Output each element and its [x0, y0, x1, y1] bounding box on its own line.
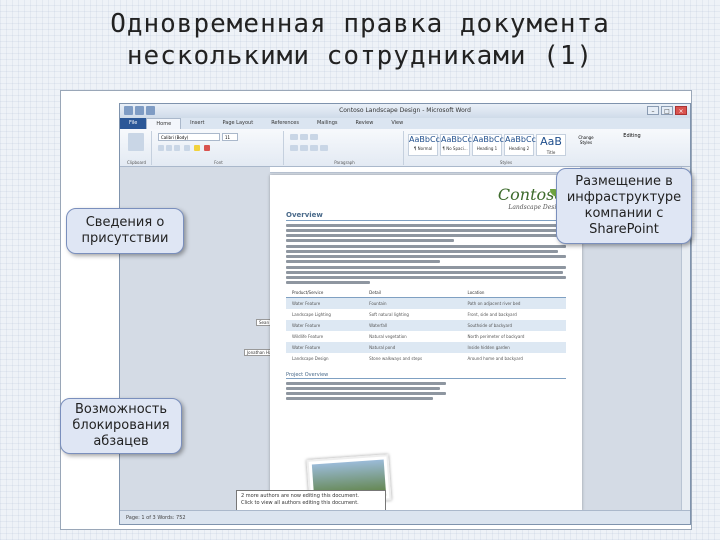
tab-view[interactable]: View [382, 118, 412, 129]
ribbon-group-label: Paragraph [334, 160, 355, 165]
ribbon-tabs: File Home Insert Page Layout References … [120, 117, 690, 130]
table-row[interactable]: Water Feature Fountain Path on adjacent ri… [286, 297, 566, 309]
paragraph-4[interactable] [286, 382, 446, 400]
table-row[interactable]: Wildlife Feature Natural vegetation North … [286, 331, 566, 342]
tab-insert[interactable]: Insert [181, 118, 213, 129]
ribbon-group-styles: AaBbCcDc ¶ Normal AaBbCcDc ¶ No Spaci... A… [406, 131, 606, 165]
ribbon-group-clipboard: Clipboard [122, 131, 152, 165]
paragraph-3[interactable] [286, 266, 566, 284]
italic-icon[interactable] [166, 145, 172, 151]
paragraph-1[interactable] [286, 224, 566, 242]
status-bar: Page: 1 of 3 Words: 752 [120, 510, 690, 524]
tab-home[interactable]: Home [146, 117, 182, 130]
close-button[interactable]: × [675, 106, 687, 115]
paste-icon[interactable] [128, 133, 144, 151]
tab-mailings[interactable]: Mailings [308, 118, 347, 129]
tab-page-layout[interactable]: Page Layout [213, 118, 262, 129]
highlight-icon[interactable] [194, 145, 200, 151]
numbering-icon[interactable] [300, 134, 308, 140]
ribbon-group-paragraph: Paragraph [286, 131, 404, 165]
style-heading-1[interactable]: AaBbCc Heading 1 [472, 134, 504, 156]
font-color-icon[interactable] [204, 145, 210, 151]
paragraph-2[interactable] [286, 245, 566, 263]
table-header: Detail [363, 288, 462, 298]
style-heading-2[interactable]: AaBbCc Heading 2 [504, 134, 536, 156]
font-name-select[interactable]: Calibri (Body) [158, 133, 220, 141]
slide-title-line-1: Одновременная правка документа [110, 9, 610, 39]
project-overview-heading: Project Overview [286, 372, 566, 379]
bullets-icon[interactable] [290, 134, 298, 140]
underline-icon[interactable] [174, 145, 180, 151]
title-bar: Contoso Landscape Design - Microsoft Wor… [120, 104, 690, 118]
slide-title: Одновременная правка документа нескольки… [80, 8, 640, 72]
callout-sharepoint: Размещение в инфраструктуре компании с S… [556, 168, 692, 244]
word-icon [124, 106, 133, 115]
tab-references[interactable]: References [262, 118, 308, 129]
notification-line-2: Click to view all authors editing this d… [241, 500, 359, 506]
window-controls: – □ × [647, 106, 687, 115]
save-icon[interactable] [135, 106, 144, 115]
ribbon-group-label: Styles [499, 160, 513, 165]
callout-presence: Сведения о присутствии [66, 208, 184, 254]
ribbon-group-label: Font [214, 160, 223, 165]
bold-icon[interactable] [158, 145, 164, 151]
change-styles-button[interactable]: Change Styles [572, 135, 600, 145]
tab-review[interactable]: Review [346, 118, 382, 129]
ribbon: Clipboard Calibri (Body) 11 Font Paragra… [120, 129, 690, 167]
align-right-icon[interactable] [310, 145, 318, 151]
services-table: Product/Service Detail Location Water Fe… [286, 288, 566, 364]
horizontal-ruler [270, 167, 580, 173]
font-size-select[interactable]: 11 [222, 133, 238, 141]
table-header: Location [461, 288, 566, 298]
strikethrough-icon[interactable] [184, 145, 190, 151]
table-row[interactable]: Water Feature Natural pond Inside hidden g… [286, 342, 566, 353]
table-row[interactable]: Landscape Design Stone walkways and steps… [286, 353, 566, 364]
ribbon-group-font: Calibri (Body) 11 Font [154, 131, 284, 165]
justify-icon[interactable] [320, 145, 328, 151]
word-window: Contoso Landscape Design - Microsoft Wor… [119, 103, 691, 525]
multilevel-list-icon[interactable] [310, 134, 318, 140]
table-header: Product/Service [286, 288, 364, 298]
slide-title-line-2: несколькими сотрудниками (1) [126, 41, 594, 71]
editing-button[interactable]: Editing [612, 133, 652, 139]
style-title[interactable]: AaB Title [536, 134, 566, 156]
tab-file[interactable]: File [120, 118, 147, 129]
style-no-spacing[interactable]: AaBbCcDc ¶ No Spaci... [440, 134, 482, 156]
quick-access-toolbar [124, 106, 155, 115]
contoso-logo: Contoso Landscape Design [497, 185, 564, 211]
overview-heading: Overview [286, 211, 566, 221]
maximize-button[interactable]: □ [661, 106, 673, 115]
style-normal[interactable]: AaBbCcDc ¶ Normal [408, 134, 450, 156]
window-title: Contoso Landscape Design - Microsoft Wor… [339, 107, 471, 114]
notification-line-1: 2 more authors are now editing this docu… [241, 493, 360, 499]
align-left-icon[interactable] [290, 145, 298, 151]
screenshot-frame: Contoso Landscape Design - Microsoft Wor… [60, 90, 692, 530]
table-row[interactable]: Landscape Lighting Soft natural lighting F… [286, 309, 566, 320]
align-center-icon[interactable] [300, 145, 308, 151]
undo-icon[interactable] [146, 106, 155, 115]
table-row[interactable]: Water Feature Waterfall Southside of backy… [286, 320, 566, 331]
callout-paragraph-locking: Возможность блокирования абзацев [60, 398, 182, 454]
ribbon-group-label: Clipboard [126, 160, 147, 165]
minimize-button[interactable]: – [647, 106, 659, 115]
